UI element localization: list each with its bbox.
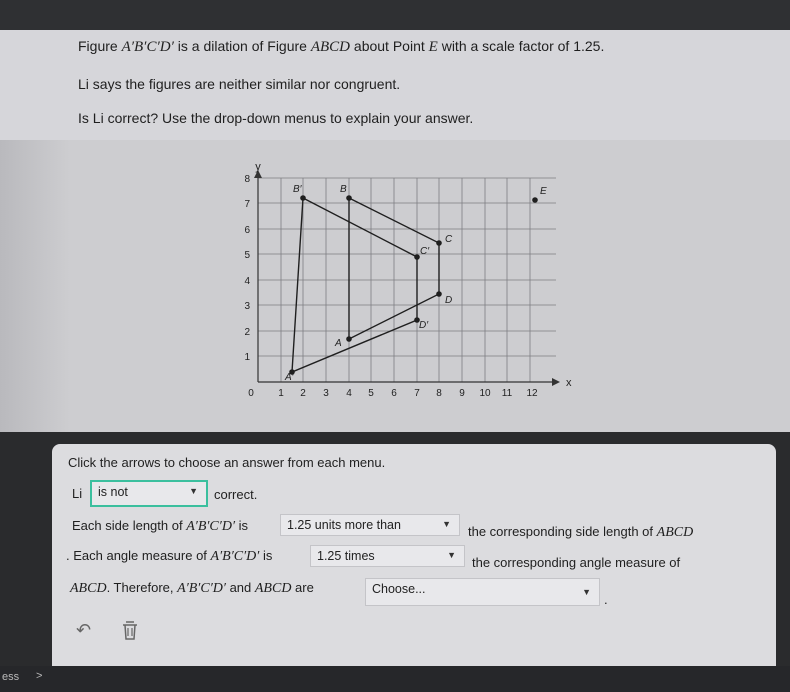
svg-text:3: 3 [323,388,329,399]
x-axis-arrow [552,378,560,386]
svg-text:E: E [540,186,547,197]
svg-text:7: 7 [414,388,420,399]
svg-text:1: 1 [278,388,284,399]
svg-text:8: 8 [436,388,442,399]
question-panel: Figure A′B′C′D′ is a dilation of Figure … [0,30,790,140]
svg-text:6: 6 [391,388,397,399]
dropdown-arrow-icon: ▼ [447,550,456,560]
conclusion-text: ABCD. Therefore, A′B′C′D′ and ABCD are [70,580,314,596]
svg-text:4: 4 [244,276,250,287]
side-length-text: Each side length of A′B′C′D′ is [72,518,249,534]
x-tick-labels: 0 1 2 3 4 5 6 7 8 9 10 11 12 [248,388,538,399]
dropdown-li-correct[interactable]: is not ▼ [90,480,208,507]
angle-text: . Each angle measure of A′B′C′D′ is [66,548,273,564]
svg-text:3: 3 [244,301,250,312]
x-axis-label: x [566,377,572,389]
question-line-3: Is Li correct? Use the drop-down menus t… [78,110,474,126]
dropdown-angle-value: 1.25 times [317,549,375,563]
dropdown-li-correct-value: is not [98,485,128,499]
dropdown-arrow-icon: ▼ [442,519,451,529]
angle-post-text: the corresponding angle measure of [472,555,681,570]
svg-text:0: 0 [248,388,254,399]
dropdown-side-length[interactable]: 1.25 units more than ▼ [280,514,460,536]
svg-text:D′: D′ [419,320,429,331]
trash-icon[interactable] [121,619,139,641]
dropdown-arrow-icon: ▼ [582,587,591,597]
svg-text:C′: C′ [420,246,430,257]
svg-text:5: 5 [244,250,250,261]
svg-text:6: 6 [244,225,250,236]
dropdown-angle[interactable]: 1.25 times ▼ [310,545,465,567]
svg-text:C: C [445,234,453,245]
svg-text:B′: B′ [293,184,303,195]
svg-text:A: A [334,338,342,349]
svg-text:12: 12 [526,388,538,399]
undo-icon[interactable]: ↶ [76,620,91,641]
svg-text:10: 10 [479,388,491,399]
svg-text:11: 11 [502,388,513,399]
svg-text:8: 8 [244,174,250,185]
y-tick-labels: 1 2 3 4 5 6 7 8 [244,174,250,363]
dropdown-conclusion[interactable]: Choose... ▼ [365,578,600,606]
side-length-post-text: the corresponding side length of ABCD [468,524,694,540]
vertex-labels: B′ B E C C′ D D′ A A′ [284,184,547,383]
li-label: Li [72,486,83,501]
conclusion-period: . [604,592,608,607]
correct-text: correct. [214,487,258,502]
svg-text:B: B [340,184,347,195]
figure-abcd-prime [291,196,418,374]
svg-text:D: D [445,295,452,306]
dropdown-side-length-value: 1.25 units more than [287,518,401,532]
instruction-text: Click the arrows to choose an answer fro… [68,455,386,470]
point-e [532,197,538,203]
top-bar [0,0,790,30]
vertex-points [289,195,538,375]
coordinate-graph: y x 0 1 2 3 4 5 6 7 8 9 10 11 12 1 2 3 4… [244,161,572,399]
next-arrow-icon[interactable]: > [36,670,42,682]
svg-text:1: 1 [244,352,250,363]
progress-label[interactable]: ess [2,671,19,683]
bottom-bar [0,666,790,692]
svg-text:2: 2 [244,327,250,338]
question-line-2: Li says the figures are neither similar … [78,76,401,92]
dropdown-conclusion-value: Choose... [372,582,426,596]
svg-text:9: 9 [459,388,465,399]
y-axis-label: y [255,161,261,173]
question-line-1: Figure A′B′C′D′ is a dilation of Figure … [78,38,605,55]
svg-text:7: 7 [244,199,250,210]
svg-text:4: 4 [346,388,352,399]
svg-text:5: 5 [368,388,374,399]
dropdown-arrow-icon: ▼ [189,486,198,496]
svg-text:2: 2 [300,388,306,399]
svg-text:A′: A′ [284,372,295,383]
